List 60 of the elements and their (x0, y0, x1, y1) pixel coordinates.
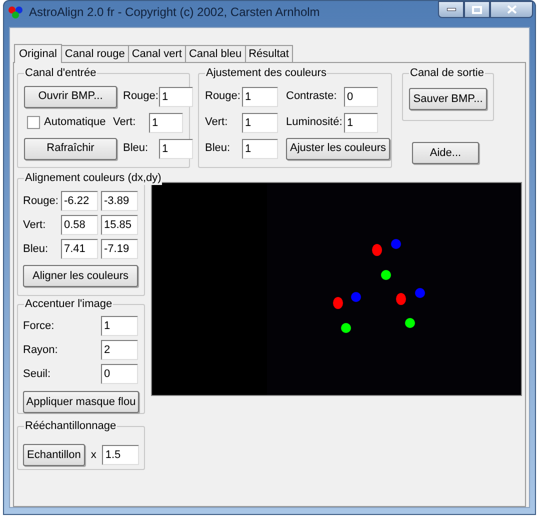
input-field[interactable]: 7.41 (61, 239, 98, 259)
input-field[interactable]: -6.22 (61, 191, 98, 211)
input-field[interactable]: -7.19 (101, 239, 138, 259)
minimize-button[interactable] (438, 1, 464, 18)
group-title: Rééchantillonnage (24, 419, 118, 433)
field-label: Contraste: (286, 89, 338, 104)
app-icon (8, 4, 23, 18)
input-field[interactable]: 1 (242, 112, 278, 132)
input-field[interactable]: 1 (344, 112, 378, 132)
group-title: Accentuer l'image (24, 297, 114, 311)
field-label: Luminosité: (286, 115, 344, 130)
field-label: Rouge: (23, 194, 58, 209)
field-label: x (90, 448, 96, 463)
field-label: Rouge: (123, 89, 159, 104)
checkbox[interactable] (27, 116, 40, 129)
input-field[interactable]: 1.5 (102, 445, 140, 465)
field-label: Vert: (205, 115, 229, 130)
input-field[interactable]: 0.58 (61, 215, 98, 235)
field-label: Bleu: (123, 141, 150, 156)
input-field[interactable]: 15.85 (101, 215, 138, 235)
input-field[interactable]: 1 (149, 112, 183, 132)
maximize-icon (472, 6, 482, 14)
input-field[interactable]: 1 (159, 138, 193, 158)
input-field[interactable]: 1 (101, 316, 138, 336)
input-field[interactable]: 1 (159, 86, 193, 106)
push-button[interactable]: Ajuster les couleurs (286, 138, 390, 160)
push-button[interactable]: Echantillon (23, 444, 85, 466)
maximize-button[interactable] (464, 1, 490, 18)
input-field[interactable]: 1 (242, 86, 278, 106)
tab[interactable]: Canal vert (128, 45, 186, 62)
minimize-icon (446, 8, 456, 11)
field-label: Vert: (113, 115, 137, 130)
tab[interactable]: Canal bleu (186, 45, 246, 62)
field-label: Bleu: (205, 141, 232, 156)
field-label: Rayon: (23, 342, 59, 358)
tab[interactable]: Canal rouge (62, 45, 129, 62)
push-button[interactable]: Aide... (412, 142, 479, 164)
input-field[interactable]: 2 (101, 340, 138, 360)
field-label: Bleu: (23, 242, 50, 257)
input-field[interactable]: 1 (242, 138, 278, 158)
input-field[interactable]: -3.89 (101, 191, 138, 211)
tab[interactable]: Résultat (246, 45, 293, 62)
push-button[interactable]: Ouvrir BMP... (24, 86, 117, 108)
checkbox-label: Automatique (44, 115, 106, 130)
push-button[interactable]: Sauver BMP... (409, 88, 487, 110)
close-button[interactable] (490, 1, 533, 18)
close-icon (506, 5, 516, 14)
push-button[interactable]: Rafraîchir (24, 138, 117, 160)
field-label: Seuil: (23, 366, 52, 382)
field-label: Rouge: (205, 89, 242, 104)
input-field[interactable]: 0 (344, 86, 378, 106)
group-title: Alignement couleurs (dx,dy) (24, 171, 162, 185)
push-button[interactable]: Aligner les couleurs (23, 265, 138, 287)
field-label: Force: (23, 318, 56, 334)
window-title: AstroAlign 2.0 fr - Copyright (c) 2002, Carsten Arnholm (29, 4, 320, 20)
field-label: Vert: (23, 218, 47, 233)
group-title: Ajustement des couleurs (205, 66, 328, 80)
input-field[interactable]: 0 (101, 364, 138, 384)
tab[interactable]: Original (14, 44, 62, 63)
push-button[interactable]: Appliquer masque flou (23, 391, 139, 413)
